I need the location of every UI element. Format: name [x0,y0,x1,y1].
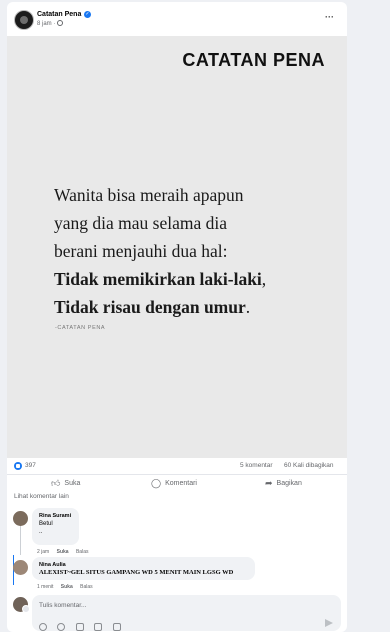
comment-input-box [32,595,341,631]
post-image[interactable]: CATATAN PENA Wanita bisa meraih apapun y… [7,36,347,458]
emoji-icon[interactable] [57,622,66,631]
quote-line-5: Tidak risau dengan umur. [54,293,334,321]
image-quote: Wanita bisa meraih apapun yang dia mau s… [54,181,334,321]
like-reaction-icon[interactable] [14,462,22,470]
commenter-name[interactable]: Nina Aulia [39,561,248,569]
more-options-icon[interactable]: ··· [325,12,334,22]
comment-time[interactable]: 1 menit [37,584,53,590]
commenter-avatar[interactable] [13,560,28,575]
gif-icon[interactable] [94,622,103,631]
post-card: Catatan Pena ✓ 8 jam · ··· CATATAN PENA … [7,2,347,632]
comment-reply-button[interactable]: Balas [76,549,89,555]
share-count[interactable]: 60 Kali dibagikan [284,462,334,469]
post-actions: 👍︎ Suka ◯ Komentari ➦ Bagikan [7,474,347,490]
comment-like-button[interactable]: Suka [61,584,73,590]
like-button-label: Suka [64,480,81,487]
comment-count[interactable]: 5 komentar [240,462,273,469]
image-signature: -CATATAN PENA [55,325,106,331]
like-button[interactable]: 👍︎ Suka [51,478,80,489]
comment-text-line-2: .. [39,529,43,535]
quote-line-4: Tidak memikirkan laki-laki, [54,265,334,293]
comment-bubble: Nina Aulia ALEXIST~GEL SITUS GAMPANG WD … [32,557,255,580]
comment-bubble-icon: ◯ [151,478,162,488]
quote-bold-2: Tidak risau dengan umur [54,297,246,317]
share-button-label: Bagikan [276,480,302,487]
camera-icon[interactable] [75,622,84,631]
quote-line-1: Wanita bisa meraih apapun [54,185,244,205]
commenter-avatar[interactable] [13,511,28,526]
share-button[interactable]: ➦ Bagikan [265,478,302,489]
post-stats: 397 5 komentar 60 Kali dibagikan [7,458,347,474]
comment-meta: 2 jam Suka Balas [37,549,94,555]
comment-button-label: Komentari [165,480,197,487]
verified-badge-icon: ✓ [84,11,91,18]
current-user-avatar[interactable] [13,597,30,613]
comment-reply-button[interactable]: Balas [80,584,93,590]
comment-input[interactable] [39,600,319,610]
post-time[interactable]: 8 jam · [37,21,55,27]
thumbs-up-icon: 👍︎ [51,478,61,488]
comment-text: ALEXIST~GEL SITUS GAMPANG WD 5 MENIT MAI… [39,569,234,576]
send-icon[interactable] [325,619,333,627]
page-name[interactable]: Catatan Pena [37,11,81,18]
quote-bold-1-tail: , [261,269,267,289]
quote-line-2: yang dia mau selama dia [54,213,227,233]
page-avatar[interactable] [14,10,34,30]
comment-bubble: Rina Surami Betul .. [32,508,79,545]
comment-composer [7,593,347,632]
post-header: Catatan Pena ✓ 8 jam · ··· [7,2,347,36]
sticker-icon[interactable] [112,622,121,631]
quote-bold-1: Tidak memikirkan laki-laki [54,269,262,289]
composer-tools [39,618,127,632]
image-brand-title: CATATAN PENA [182,50,325,70]
like-count[interactable]: 397 [25,462,36,469]
comment-meta: 1 menit Suka Balas [37,584,99,590]
post-meta: 8 jam · [37,20,64,27]
comment-like-button[interactable]: Suka [57,549,69,555]
comment-button[interactable]: ◯ Komentari [151,478,197,489]
comment-time[interactable]: 2 jam [37,549,49,555]
comment-text-line-1: Betul [39,521,53,527]
view-more-comments-link[interactable]: Lihat komentar lain [14,493,69,500]
avatar-sticker-icon[interactable] [39,622,47,631]
share-arrow-icon: ➦ [265,478,273,488]
globe-icon [57,20,64,26]
quote-line-3: berani menjauhi dua hal: [54,241,228,261]
quote-bold-2-tail: . [245,297,251,317]
commenter-name[interactable]: Rina Surami [39,512,72,520]
thread-line [20,523,21,555]
